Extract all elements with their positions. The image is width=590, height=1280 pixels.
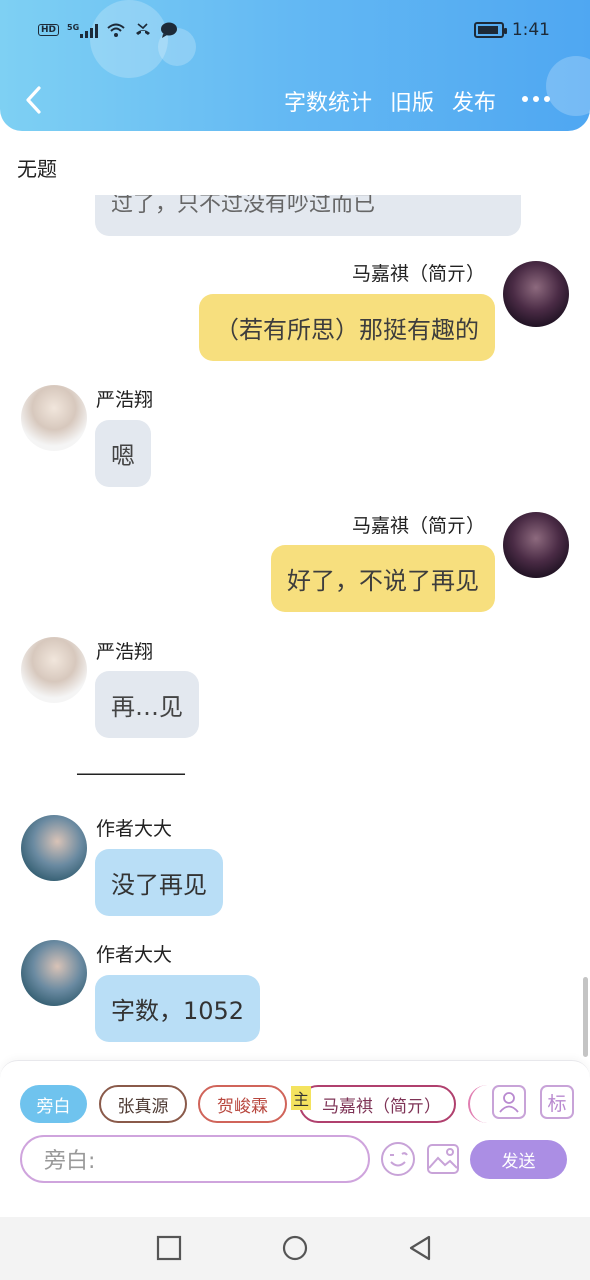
sender-name: 马嘉祺（简亓） bbox=[351, 515, 485, 537]
message-input[interactable]: 旁白: bbox=[20, 1135, 370, 1183]
recent-apps-icon[interactable] bbox=[156, 1235, 182, 1261]
sender-name: 作者大大 bbox=[96, 818, 173, 840]
message-bubble: 字数，1052 bbox=[95, 975, 261, 1042]
tag-button[interactable]: 标 bbox=[540, 1085, 574, 1119]
status-time: 1:41 bbox=[511, 20, 550, 40]
app-header: HD 5G 1:41 字数统计 旧版 发布 bbox=[0, 0, 590, 131]
chat-area[interactable]: 过了，只不过没有吵过而已 马嘉祺（简亓） （若有所思）那挺有趣的 严浩翔 嗯 马… bbox=[0, 195, 590, 1060]
sender-name: 作者大大 bbox=[96, 944, 173, 966]
message-icon bbox=[161, 22, 178, 38]
role-chip-he-junlin[interactable]: 贺峻霖 bbox=[198, 1085, 287, 1123]
narration-divider: —————— bbox=[76, 761, 186, 785]
avatar-ma-jiaqi[interactable] bbox=[503, 261, 569, 327]
status-bar: HD 5G 1:41 bbox=[0, 18, 590, 48]
back-arrow-icon[interactable] bbox=[22, 84, 46, 116]
battery-icon bbox=[473, 22, 507, 38]
network-label: 5G bbox=[67, 22, 80, 32]
role-chip-zhang-zhenyuan[interactable]: 张真源 bbox=[99, 1085, 187, 1123]
avatar-yan-haoxiang[interactable] bbox=[21, 385, 87, 451]
hd-badge: HD bbox=[38, 24, 60, 36]
avatar-ma-jiaqi[interactable] bbox=[503, 512, 569, 578]
chat-scrollbar[interactable] bbox=[583, 977, 588, 1057]
home-icon[interactable] bbox=[282, 1235, 308, 1261]
main-role-tag: 主 bbox=[291, 1086, 311, 1110]
word-count-button[interactable]: 字数统计 bbox=[284, 85, 372, 117]
avatar-author[interactable] bbox=[21, 815, 87, 881]
message-bubble: （若有所思）那挺有趣的 bbox=[199, 294, 495, 361]
role-chip-narrator[interactable]: 旁白 bbox=[20, 1085, 87, 1123]
publish-button[interactable]: 发布 bbox=[452, 85, 496, 117]
message-bubble-partial: 过了，只不过没有吵过而已 bbox=[95, 195, 521, 236]
character-icon[interactable] bbox=[492, 1085, 526, 1119]
wifi-icon bbox=[107, 23, 125, 37]
message-bubble: 没了再见 bbox=[95, 849, 223, 916]
image-icon[interactable] bbox=[425, 1141, 461, 1177]
role-chip-ma-jiaqi[interactable]: 马嘉祺（简亓） bbox=[299, 1085, 456, 1123]
send-button[interactable]: 发送 bbox=[470, 1140, 567, 1179]
sender-name: 马嘉祺（简亓） bbox=[351, 263, 485, 285]
toolbar: 字数统计 旧版 发布 bbox=[0, 80, 590, 120]
emoji-icon[interactable] bbox=[380, 1141, 416, 1177]
message-bubble: 好了，不说了再见 bbox=[271, 545, 495, 612]
old-version-button[interactable]: 旧版 bbox=[390, 85, 434, 117]
person-icon bbox=[499, 1092, 519, 1113]
back-nav-icon[interactable] bbox=[407, 1235, 433, 1261]
more-icon[interactable] bbox=[522, 96, 550, 102]
avatar-yan-haoxiang[interactable] bbox=[21, 637, 87, 703]
message-bubble: 再…见 bbox=[95, 671, 199, 738]
sender-name: 严浩翔 bbox=[96, 641, 154, 663]
document-title[interactable]: 无题 bbox=[17, 153, 57, 182]
message-bubble: 嗯 bbox=[95, 420, 151, 487]
missed-call-icon bbox=[136, 23, 151, 35]
signal-icon: 5G bbox=[67, 22, 99, 38]
system-nav-bar bbox=[0, 1217, 590, 1280]
avatar-author[interactable] bbox=[21, 940, 87, 1006]
sender-name: 严浩翔 bbox=[96, 389, 154, 411]
